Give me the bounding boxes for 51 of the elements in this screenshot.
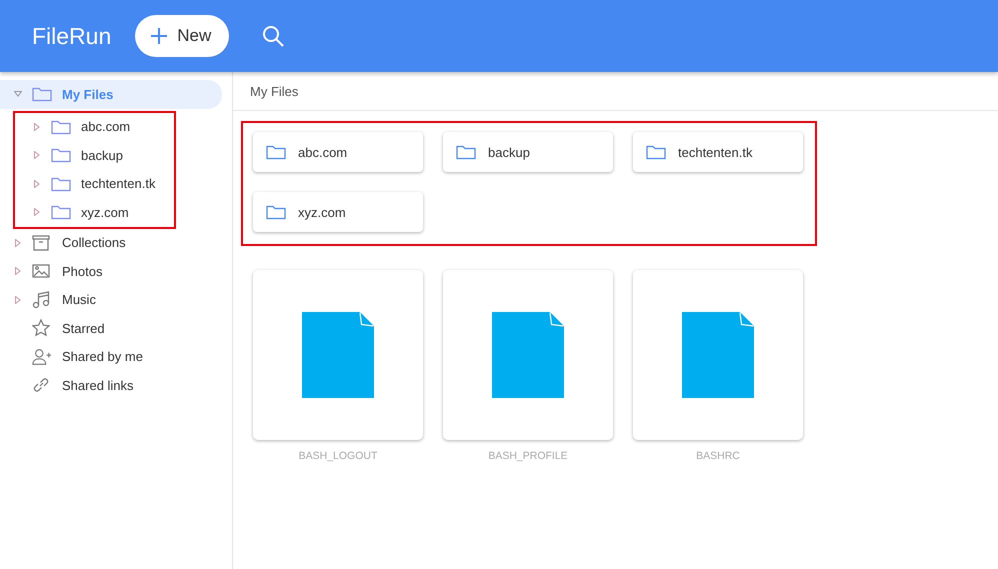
sidebar-item[interactable]: Starred bbox=[0, 314, 222, 342]
file-name: BASH_LOGOUT bbox=[298, 450, 378, 462]
music-note-icon bbox=[32, 290, 50, 309]
sidebar-item[interactable]: Collections bbox=[0, 228, 222, 257]
folder-icon bbox=[51, 147, 71, 164]
caret-icon[interactable] bbox=[14, 90, 22, 98]
caret-icon[interactable] bbox=[33, 151, 41, 160]
sidebar-item[interactable]: Shared by me bbox=[0, 342, 222, 371]
file-name: BASH_PROFILE bbox=[488, 450, 568, 462]
document-icon bbox=[302, 312, 374, 398]
document-icon bbox=[492, 312, 564, 398]
sidebar-item[interactable]: Photos bbox=[0, 257, 222, 286]
sidebar-item[interactable]: techtenten.tk bbox=[15, 170, 164, 198]
app-logo: FileRun bbox=[32, 22, 112, 50]
folder-icon bbox=[266, 204, 286, 220]
link-icon bbox=[32, 376, 50, 394]
folder-card[interactable]: techtenten.tk bbox=[633, 132, 803, 172]
sidebar-item[interactable]: xyz.com bbox=[15, 198, 164, 226]
folder-icon bbox=[456, 144, 476, 160]
person-add-icon bbox=[32, 348, 52, 366]
caret-icon[interactable] bbox=[33, 180, 41, 188]
caret-icon[interactable] bbox=[14, 267, 22, 276]
new-button[interactable]: New bbox=[135, 15, 230, 57]
file-card[interactable] bbox=[443, 270, 613, 440]
folder-icon bbox=[646, 144, 666, 160]
sidebar-item[interactable]: Shared links bbox=[0, 371, 222, 400]
folder-icon bbox=[266, 144, 286, 160]
file-card[interactable] bbox=[253, 270, 423, 440]
search-icon bbox=[261, 24, 286, 48]
breadcrumb[interactable]: My Files bbox=[250, 84, 298, 98]
archive-box-icon bbox=[32, 234, 50, 251]
sidebar-item[interactable]: Music bbox=[0, 286, 222, 314]
sidebar-item[interactable]: abc.com bbox=[15, 112, 164, 141]
caret-icon[interactable] bbox=[33, 122, 41, 131]
folder-icon bbox=[51, 176, 71, 192]
star-icon bbox=[32, 319, 50, 338]
caret-icon[interactable] bbox=[33, 208, 41, 216]
sidebar-item[interactable]: backup bbox=[15, 141, 164, 170]
file-card[interactable] bbox=[633, 270, 803, 440]
folder-card[interactable]: xyz.com bbox=[253, 192, 423, 232]
caret-icon[interactable] bbox=[14, 238, 22, 247]
image-icon bbox=[32, 264, 50, 278]
folder-card[interactable]: abc.com bbox=[253, 132, 423, 172]
folder-icon bbox=[32, 86, 52, 102]
folder-card[interactable]: backup bbox=[443, 132, 613, 172]
file-name: BASHRC bbox=[696, 450, 740, 462]
caret-icon[interactable] bbox=[14, 296, 22, 304]
folder-icon bbox=[51, 204, 71, 220]
folder-icon bbox=[51, 118, 71, 135]
document-icon bbox=[682, 312, 754, 398]
plus-icon bbox=[151, 28, 168, 44]
